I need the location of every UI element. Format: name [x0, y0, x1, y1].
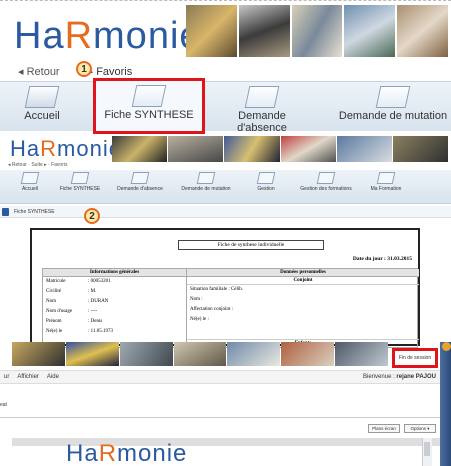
- general-info-header: Informations générales: [43, 269, 186, 277]
- main-tab-bar: Accueil Fiche SYNTHESE Demande d'absence…: [0, 78, 451, 134]
- tab-fiche-synthese[interactable]: Fiche SYNTHESE: [93, 78, 205, 134]
- top-zoom-panel: HaRmonie ◂ Retour ▸ Favoris 1 Accueil Fi…: [0, 0, 451, 134]
- tab-accueil[interactable]: Accueil: [4, 82, 80, 132]
- harmonie-logo-footer: HaRmonie: [66, 440, 188, 466]
- info-row: Nom: DURAN: [46, 299, 109, 304]
- info-row: Né(e) le :: [190, 317, 209, 322]
- tab-demande-mutation[interactable]: Demande de mutation: [338, 82, 448, 132]
- header-banner-photos: [112, 136, 449, 162]
- menu-item-aide[interactable]: Aide: [47, 371, 59, 383]
- general-info-column: Informations générales Matricule: 000532…: [43, 269, 187, 347]
- bottom-panel: Fin de session ur Affichier Aide Bienven…: [0, 342, 451, 466]
- document-title: Fiche de synthese individuelle: [178, 240, 324, 250]
- folder-icon: [130, 172, 150, 184]
- info-row: Matricule: 00053201: [46, 279, 111, 284]
- conjoint-header: Conjoint: [187, 277, 419, 285]
- home-folder-icon: [24, 86, 60, 108]
- tab-fiche-synthese[interactable]: Fiche SYNTHESE: [50, 172, 110, 192]
- screen-plans-button[interactable]: Plans écran: [368, 424, 400, 433]
- personal-data-column: Données personnelles Conjoint Situation …: [187, 269, 419, 347]
- tab-gestion[interactable]: Gestion: [236, 172, 296, 192]
- header-banner-photos: [186, 5, 448, 57]
- main-tab-bar-small: Accueil Fiche SYNTHESE Demande d'absence…: [0, 170, 451, 204]
- step-3-badge: [442, 342, 451, 351]
- folder-icon: [20, 172, 40, 184]
- tab-demande-absence[interactable]: Demande d'absence: [212, 82, 312, 134]
- partial-label: eat: [0, 402, 7, 408]
- divider: [0, 417, 440, 418]
- folder-icon: [196, 172, 216, 184]
- welcome-text: Bienvenue : rejane PAJOU: [363, 374, 436, 380]
- tab-ma-formation[interactable]: Ma Formation: [356, 172, 416, 192]
- breadcrumb: Fiche SYNTHESE: [0, 206, 451, 218]
- folder-icon: [70, 172, 90, 184]
- window-scrollbar[interactable]: [440, 342, 451, 466]
- folder-icon: [256, 172, 276, 184]
- info-table: Informations générales Matricule: 000532…: [42, 268, 419, 348]
- back-link[interactable]: ◂ Retour: [18, 65, 60, 78]
- info-row: Né(e) le: 11.05.1973: [46, 329, 113, 334]
- personal-data-header: Données personnelles: [187, 269, 419, 277]
- tab-gestion-formations[interactable]: Gestion des formations: [296, 172, 356, 192]
- header-banner-photos: [12, 342, 389, 366]
- folder-icon: [375, 86, 411, 108]
- favorites-link[interactable]: ▸ Favoris: [88, 65, 133, 78]
- tab-demande-mutation[interactable]: Demande de mutation: [176, 172, 236, 192]
- folder-icon: [244, 86, 280, 108]
- step-1-badge: 1: [76, 61, 92, 77]
- info-row: Affectation conjoint :: [190, 307, 233, 312]
- harmonie-logo: HaRmonie: [14, 15, 202, 57]
- info-row: Civilité: M.: [46, 289, 97, 294]
- tab-demande-absence[interactable]: Demande d'absence: [110, 172, 170, 192]
- middle-panel: HaRmonie ◂ Retour · Suite ▸ · Favoris Ac…: [0, 132, 451, 348]
- inner-scrollbar-thumb[interactable]: [424, 442, 430, 456]
- nav-bar-small[interactable]: ◂ Retour · Suite ▸ · Favoris: [8, 162, 67, 168]
- step-2-badge: 2: [84, 208, 100, 224]
- menu-item[interactable]: ur: [4, 371, 9, 383]
- expand-arrow-icon[interactable]: [2, 208, 9, 216]
- logout-button[interactable]: Fin de session: [392, 348, 438, 368]
- menu-item-affichage[interactable]: Affichier: [17, 371, 39, 383]
- info-row: Situation familiale : Célib.: [190, 287, 244, 292]
- info-row: Prénom: Denis: [46, 319, 103, 324]
- synthese-document: Fiche de synthese individuelle Date du j…: [30, 228, 420, 348]
- document-date: Date du jour : 31.03.2015: [352, 256, 412, 262]
- folder-icon: [316, 172, 336, 184]
- folder-icon: [131, 85, 167, 107]
- harmonie-logo-small: HaRmonie: [10, 136, 122, 161]
- folder-icon: [376, 172, 396, 184]
- menu-bar: ur Affichier Aide Bienvenue : rejane PAJ…: [0, 370, 440, 384]
- options-dropdown[interactable]: Options ▾: [404, 424, 436, 433]
- info-row: Nom :: [190, 297, 203, 302]
- info-row: Nom d'usage: ----: [46, 309, 98, 314]
